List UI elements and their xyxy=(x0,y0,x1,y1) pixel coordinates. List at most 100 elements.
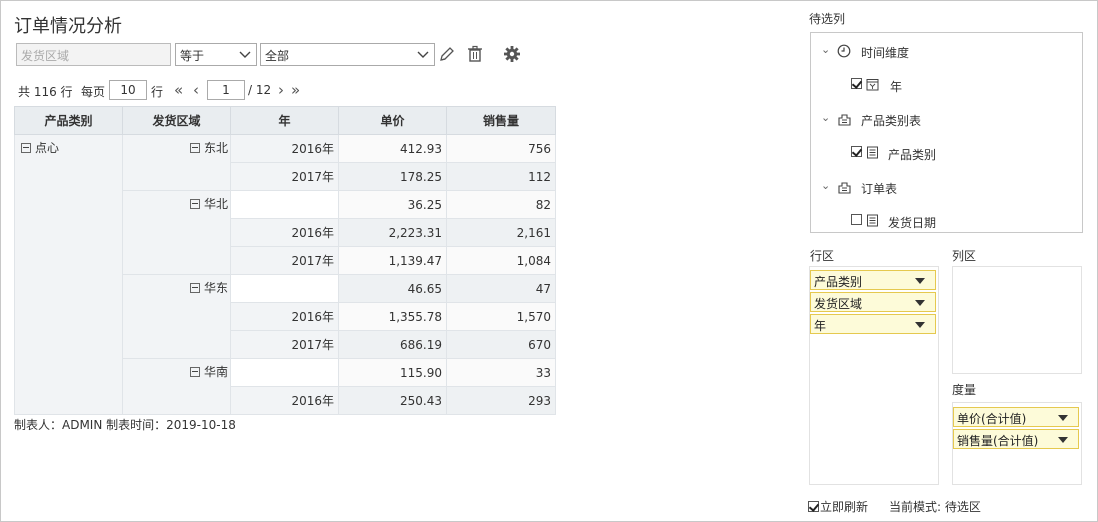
caret-down-icon[interactable] xyxy=(915,322,925,328)
settings-gear-icon[interactable] xyxy=(503,45,521,63)
chevron-down-icon[interactable]: ⌄ xyxy=(821,111,830,124)
mode-status: 当前模式: 待选区 xyxy=(889,500,981,514)
chevron-down-icon[interactable]: ⌄ xyxy=(821,43,830,56)
clock-icon xyxy=(837,44,851,58)
tree-label: 年 xyxy=(890,80,903,94)
cols-area[interactable] xyxy=(952,266,1082,374)
year-cell: 2016年 xyxy=(230,386,339,415)
auto-refresh-checkbox[interactable] xyxy=(808,501,819,512)
tree-label: 时间维度 xyxy=(861,46,910,60)
chevron-down-icon[interactable]: ⌄ xyxy=(821,179,830,192)
chevron-down-icon xyxy=(239,51,251,58)
table-group-icon xyxy=(838,182,851,194)
qty-cell: 293 xyxy=(446,386,556,415)
calendar-icon xyxy=(866,79,879,91)
checkbox-year[interactable] xyxy=(851,78,862,89)
checkbox-product-category[interactable] xyxy=(851,146,862,157)
auto-refresh-label: 立即刷新 xyxy=(820,500,869,514)
delete-trash-icon[interactable] xyxy=(466,45,484,63)
tree-node-product-category[interactable]: 产品类别 xyxy=(851,145,936,163)
tree-label: 产品类别 xyxy=(888,148,937,162)
header-year[interactable]: 年 xyxy=(230,106,339,135)
caret-down-icon[interactable] xyxy=(915,300,925,306)
region-cell: 华北 xyxy=(122,190,231,275)
collapse-icon[interactable] xyxy=(189,367,200,377)
region-cell: 华东 xyxy=(122,274,231,359)
filter-value: 全部 xyxy=(265,49,290,63)
price-cell: 250.43 xyxy=(338,386,447,415)
region-label: 东北 xyxy=(203,141,228,155)
auto-refresh-toggle[interactable]: 立即刷新 xyxy=(808,498,868,515)
first-page-button[interactable]: « xyxy=(174,83,183,98)
caret-down-icon[interactable] xyxy=(1058,437,1068,443)
operator-select[interactable]: 等于 xyxy=(175,43,257,66)
price-cell: 178.25 xyxy=(338,162,447,191)
chip-label: 单价(合计值) xyxy=(957,412,1027,426)
measure-chip-sales-qty[interactable]: 销售量(合计值) xyxy=(953,429,1079,449)
collapse-icon[interactable] xyxy=(189,143,200,153)
table-header-row: 产品类别 发货区域 年 单价 销售量 xyxy=(14,106,556,135)
qty-cell: 1,570 xyxy=(446,302,556,331)
candidates-label: 待选列 xyxy=(809,12,846,26)
price-cell: 46.65 xyxy=(338,274,447,303)
row-chip-product-category[interactable]: 产品类别 xyxy=(810,270,936,290)
header-product-category[interactable]: 产品类别 xyxy=(14,106,123,135)
measures-label: 度量 xyxy=(952,383,977,397)
report-meta: 制表人：ADMIN 制表时间：2019-10-18 xyxy=(14,418,236,432)
header-unit-price[interactable]: 单价 xyxy=(338,106,447,135)
row-chip-ship-region[interactable]: 发货区域 xyxy=(810,292,936,312)
year-cell: 2016年 xyxy=(230,302,339,331)
qty-cell: 2,161 xyxy=(446,218,556,247)
year-cell xyxy=(230,274,339,303)
qty-cell: 82 xyxy=(446,190,556,219)
operator-value: 等于 xyxy=(180,49,205,63)
collapse-icon[interactable] xyxy=(189,199,200,209)
caret-down-icon[interactable] xyxy=(915,278,925,284)
candidate-tree[interactable]: ⌄ 时间维度 年 ⌄ 产品类别表 产品类别 ⌄ 订单表 发货日期 xyxy=(810,32,1083,233)
region-cell: 东北 xyxy=(122,134,231,191)
chip-label: 发货区域 xyxy=(814,297,863,311)
per-page-label: 每页 xyxy=(81,85,106,99)
prev-page-button[interactable]: ‹ xyxy=(193,83,199,98)
price-cell: 686.19 xyxy=(338,330,447,359)
tree-node-year[interactable]: 年 xyxy=(851,77,902,95)
row-chip-year[interactable]: 年 xyxy=(810,314,936,334)
current-page-input[interactable]: 1 xyxy=(207,80,245,100)
checkbox-ship-date[interactable] xyxy=(851,214,862,225)
cols-area-label: 列区 xyxy=(952,249,977,263)
price-cell: 2,223.31 xyxy=(338,218,447,247)
tree-node-ship-date[interactable]: 发货日期 xyxy=(851,213,936,231)
field-list-icon xyxy=(867,146,878,159)
price-cell: 115.90 xyxy=(338,358,447,387)
collapse-icon[interactable] xyxy=(21,143,31,153)
collapse-icon[interactable] xyxy=(189,283,200,293)
category-cell: 点心 xyxy=(14,134,123,415)
qty-cell: 47 xyxy=(446,274,556,303)
region-cell: 华南 xyxy=(122,358,231,415)
year-cell: 2017年 xyxy=(230,330,339,359)
total-rows-text: 共 116 行 xyxy=(18,85,73,99)
table-group-icon xyxy=(838,114,851,126)
tree-label: 发货日期 xyxy=(888,216,937,230)
next-page-button[interactable]: › xyxy=(278,83,284,98)
per-page-input[interactable]: 10 xyxy=(109,80,147,100)
caret-down-icon[interactable] xyxy=(1058,415,1068,421)
year-cell: 2017年 xyxy=(230,162,339,191)
qty-cell: 112 xyxy=(446,162,556,191)
qty-cell: 33 xyxy=(446,358,556,387)
header-sales-qty[interactable]: 销售量 xyxy=(446,106,556,135)
price-cell: 412.93 xyxy=(338,134,447,163)
filter-value-select[interactable]: 全部 xyxy=(260,43,435,66)
edit-pencil-icon[interactable] xyxy=(438,45,456,63)
chevron-down-icon xyxy=(417,51,429,58)
qty-cell: 756 xyxy=(446,134,556,163)
field-list-icon xyxy=(867,214,878,227)
filter-field-input[interactable]: 发货区域 xyxy=(16,43,171,66)
last-page-button[interactable]: » xyxy=(291,83,300,98)
year-cell xyxy=(230,190,339,219)
chip-label: 年 xyxy=(814,319,827,333)
year-cell: 2016年 xyxy=(230,134,339,163)
measure-chip-unit-price[interactable]: 单价(合计值) xyxy=(953,407,1079,427)
rows-area-label: 行区 xyxy=(810,249,835,263)
header-ship-region[interactable]: 发货区域 xyxy=(122,106,231,135)
